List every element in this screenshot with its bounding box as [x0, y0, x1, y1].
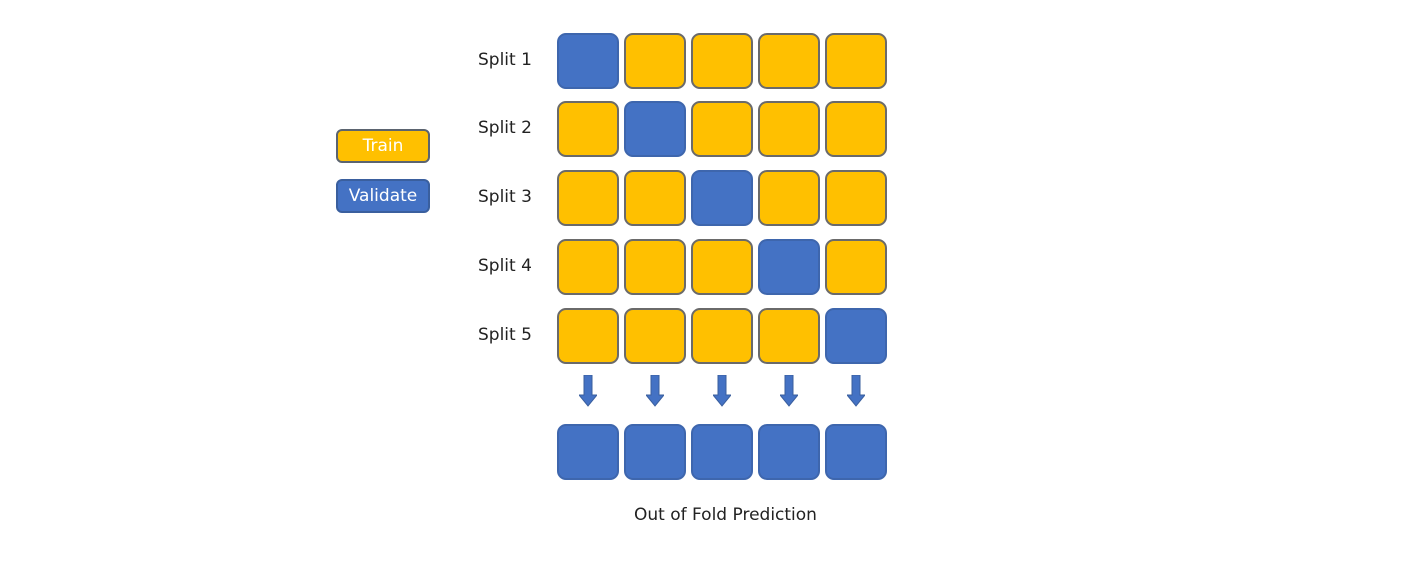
- train-fold: [691, 33, 753, 89]
- split-label: Split 5: [478, 325, 532, 345]
- train-fold: [557, 308, 619, 364]
- split-label: Split 3: [478, 187, 532, 207]
- train-fold: [691, 308, 753, 364]
- legend-validate: Validate: [336, 179, 430, 213]
- oof-caption: Out of Fold Prediction: [634, 505, 817, 525]
- train-fold: [758, 170, 820, 226]
- oof-fold: [691, 424, 753, 480]
- oof-fold: [825, 424, 887, 480]
- down-arrow-icon: [579, 375, 597, 407]
- train-fold: [825, 239, 887, 295]
- split-label: Split 4: [478, 256, 532, 276]
- validate-fold: [758, 239, 820, 295]
- train-fold: [825, 101, 887, 157]
- train-fold: [691, 239, 753, 295]
- validate-fold: [825, 308, 887, 364]
- down-arrow-icon: [646, 375, 664, 407]
- train-fold: [758, 101, 820, 157]
- train-fold: [758, 308, 820, 364]
- train-fold: [624, 170, 686, 226]
- split-label: Split 2: [478, 118, 532, 138]
- train-fold: [758, 33, 820, 89]
- oof-fold: [624, 424, 686, 480]
- train-fold: [557, 101, 619, 157]
- oof-fold: [758, 424, 820, 480]
- validate-fold: [557, 33, 619, 89]
- down-arrow-icon: [847, 375, 865, 407]
- split-label: Split 1: [478, 50, 532, 70]
- legend-train: Train: [336, 129, 430, 163]
- train-fold: [624, 308, 686, 364]
- train-fold: [825, 33, 887, 89]
- oof-fold: [557, 424, 619, 480]
- validate-fold: [691, 170, 753, 226]
- validate-fold: [624, 101, 686, 157]
- train-fold: [825, 170, 887, 226]
- down-arrow-icon: [780, 375, 798, 407]
- train-fold: [557, 239, 619, 295]
- train-fold: [624, 239, 686, 295]
- train-fold: [557, 170, 619, 226]
- down-arrow-icon: [713, 375, 731, 407]
- train-fold: [624, 33, 686, 89]
- train-fold: [691, 101, 753, 157]
